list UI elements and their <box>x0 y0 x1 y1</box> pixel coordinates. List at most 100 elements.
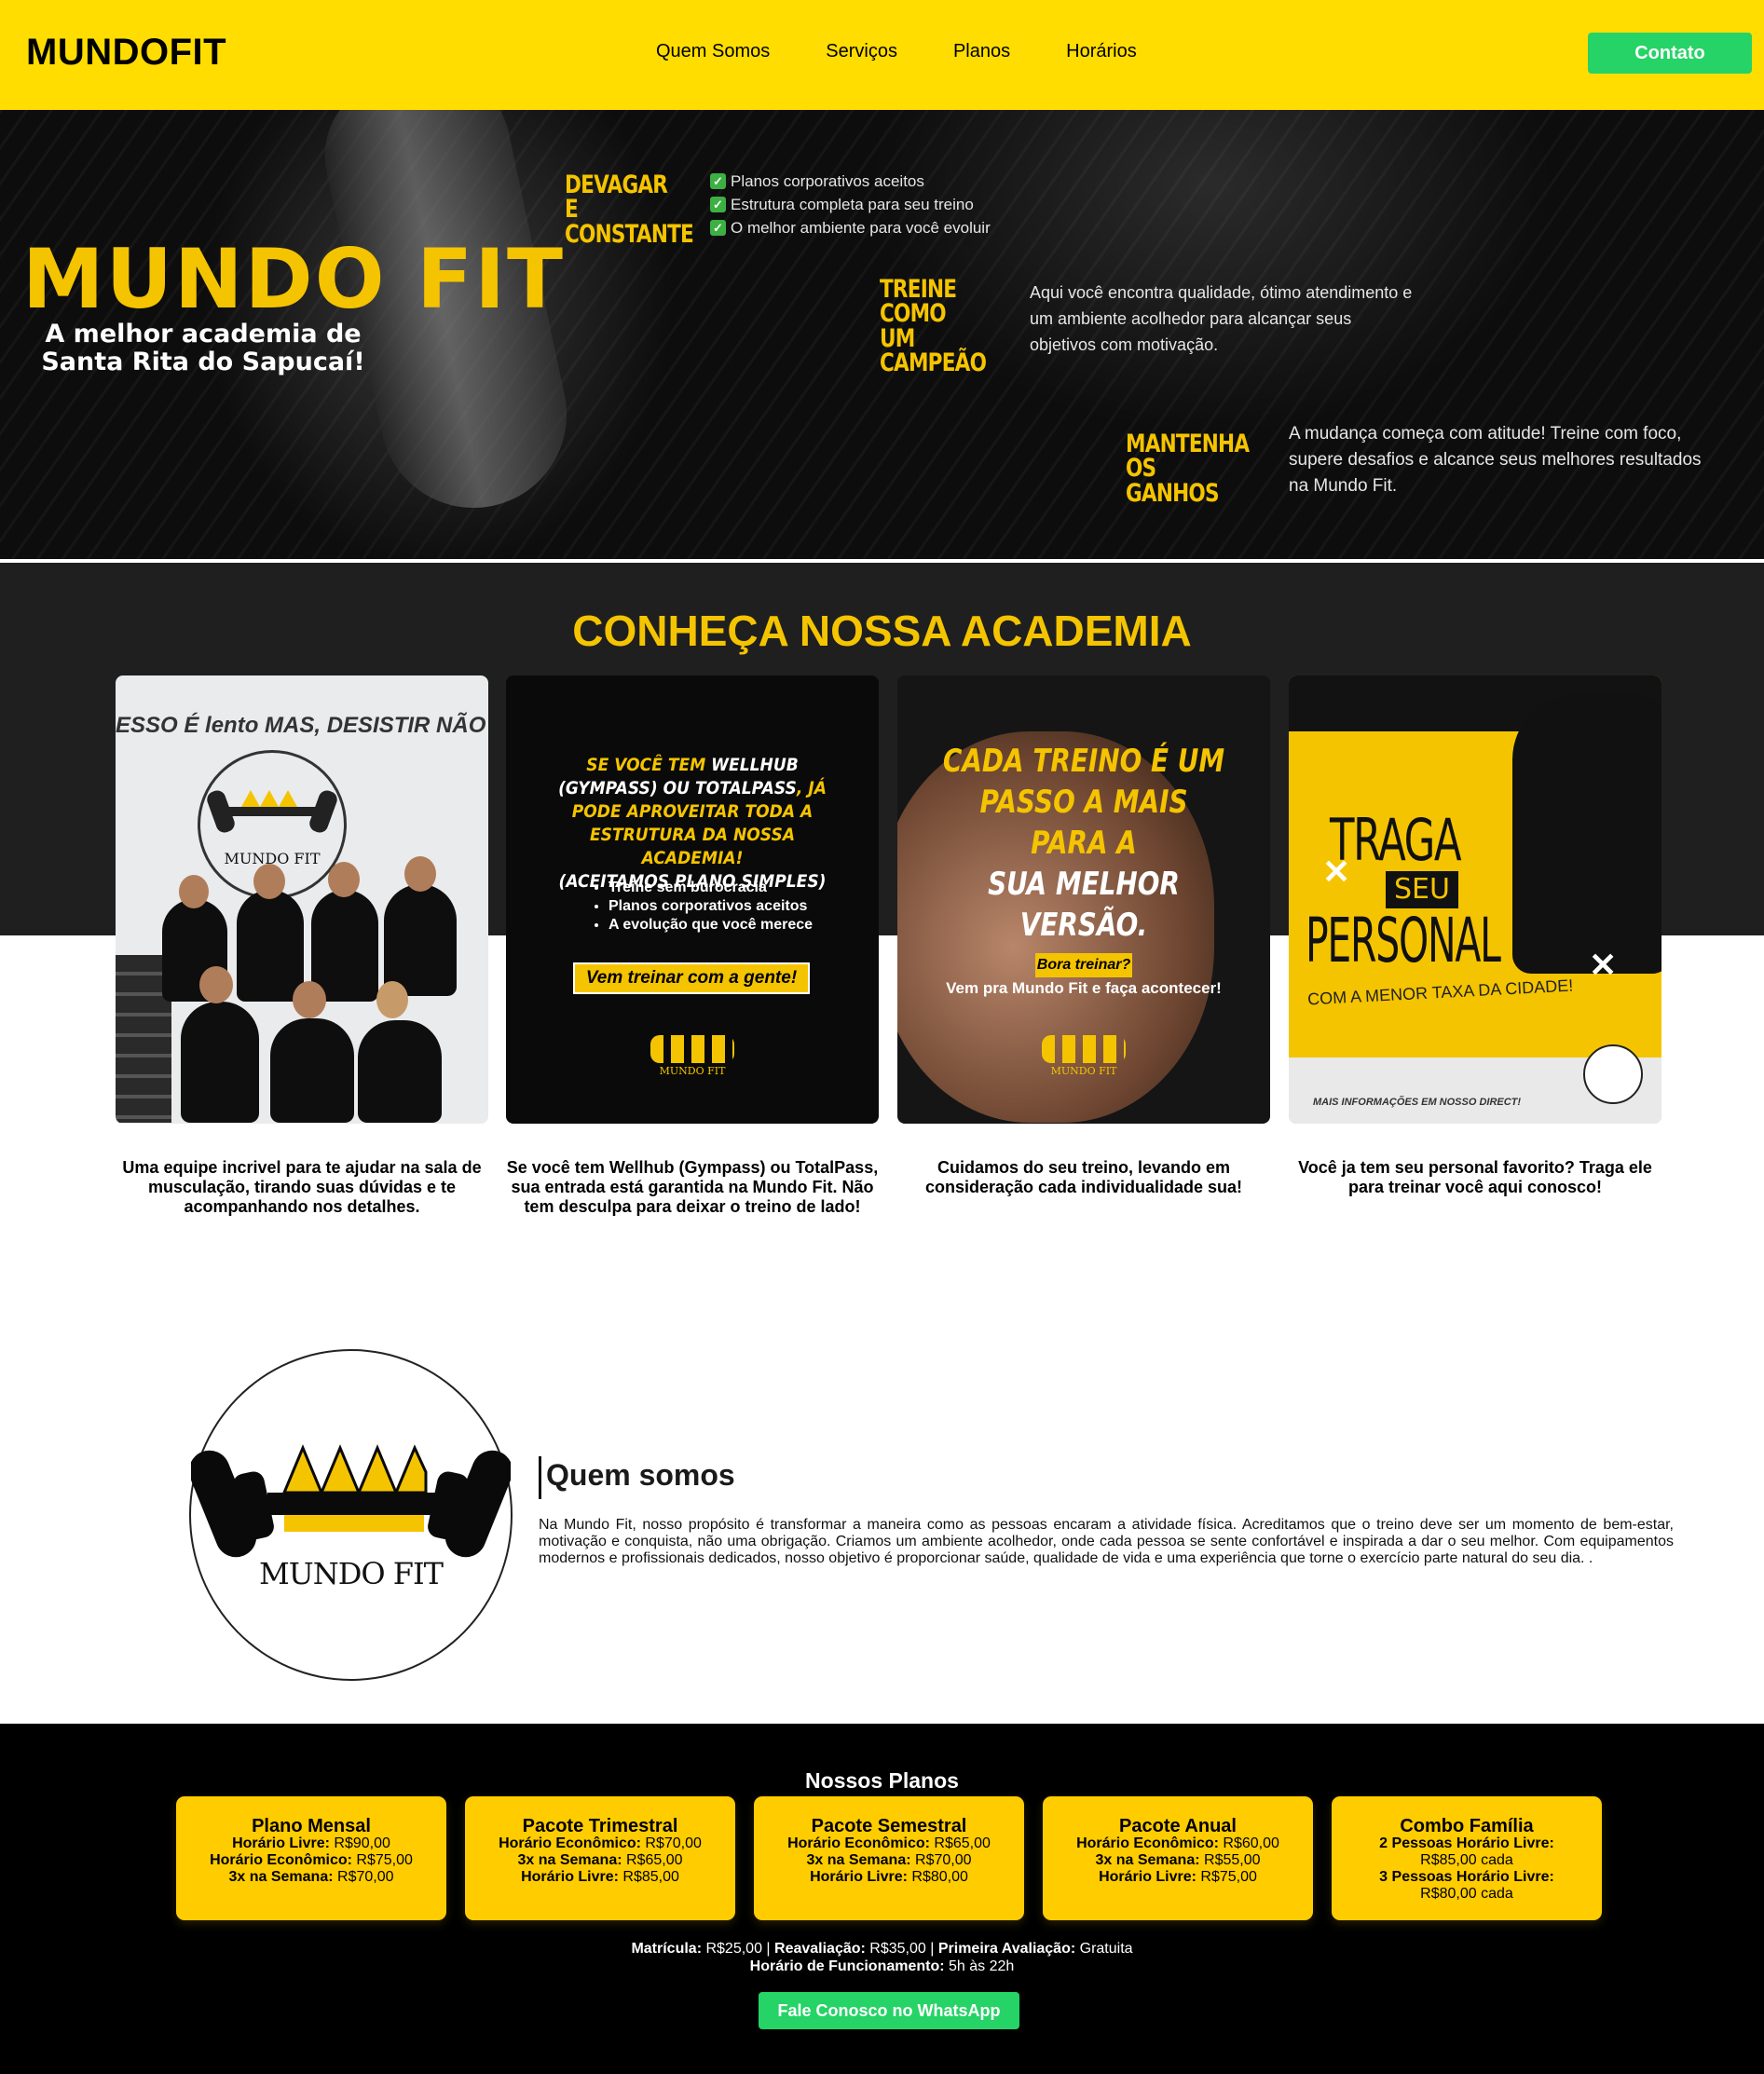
hero-checklist: ✓ Planos corporativos aceitos ✓ Estrutura … <box>710 170 991 239</box>
mundo-fit-logo-icon: MUNDO FIT <box>1032 1030 1135 1085</box>
x-mark-icon: ✕ <box>1322 853 1351 891</box>
whatsapp-button[interactable]: Fale Conosco no WhatsApp <box>759 1992 1019 2029</box>
mundo-fit-logo-icon: MUNDO FIT <box>641 1030 744 1085</box>
contact-button[interactable]: Contato <box>1588 33 1752 74</box>
checklist-item: ✓ Planos corporativos aceitos <box>710 170 991 193</box>
wellhub-bullet: Planos corporativos aceitos <box>609 897 813 916</box>
team-member <box>311 890 378 1002</box>
plan-name: Plano Mensal <box>252 1816 371 1836</box>
gallery-caption-personal: Você ja tem seu personal favorito? Traga… <box>1298 1158 1652 1196</box>
hero-tag-devagar: DEVAGAR E CONSTANTE <box>565 171 694 249</box>
nav-link-horarios[interactable]: Horários <box>1066 41 1137 62</box>
plan-price-line: Horário Econômico: R$75,00 <box>210 1852 413 1868</box>
team-member <box>384 884 457 996</box>
plan-name: Pacote Semestral <box>811 1816 967 1836</box>
logo-bars <box>650 1035 734 1063</box>
team-member-head <box>199 966 233 1003</box>
checklist-text: Estrutura completa para seu treino <box>731 196 974 213</box>
x-mark-icon: ✕ <box>1589 946 1618 984</box>
plan-price-line: 3x na Semana: R$55,00 <box>1095 1852 1261 1868</box>
plan-card-trimestral[interactable]: Pacote Trimestral Horário Econômico: R$7… <box>465 1796 735 1920</box>
check-icon: ✓ <box>710 173 726 189</box>
team-member-head <box>179 875 209 908</box>
plan-price-line: 3x na Semana: R$70,00 <box>806 1852 972 1868</box>
bora-treinar-badge: Bora treinar? <box>1035 953 1132 977</box>
plan-price-line: 3 Pessoas Horário Livre: <box>1379 1869 1554 1885</box>
plan-card-mensal[interactable]: Plano Mensal Horário Livre: R$90,00 Horá… <box>176 1796 446 1920</box>
wellhub-headline: SE VOCÊ TEM WELLHUB (GYMPASS) OU TOTALPA… <box>541 754 843 894</box>
plan-price-line: 2 Pessoas Horário Livre: <box>1379 1835 1554 1851</box>
nav-link-planos[interactable]: Planos <box>953 41 1010 62</box>
about-logo-text: MUNDO FIT <box>259 1556 444 1591</box>
treino-subtext: Vem pra Mundo Fit e faça acontecer! <box>946 979 1222 997</box>
personal-info-text: MAIS INFORMAÇÕES EM NOSSO DIRECT! <box>1313 1097 1522 1108</box>
gallery-caption-wellhub: Se você tem Wellhub (Gympass) ou TotalPa… <box>506 1158 879 1216</box>
team-member-head <box>253 864 285 899</box>
team-member-head <box>293 981 326 1018</box>
wall-banner-text: ESSO É lento MAS, DESISTIR NÃO acelera <box>116 713 488 738</box>
plan-price-line: Horário Livre: R$75,00 <box>1099 1869 1257 1885</box>
team-photo <box>144 856 470 1123</box>
gallery-card-wellhub[interactable]: SE VOCÊ TEM WELLHUB (GYMPASS) OU TOTALPA… <box>506 675 879 1124</box>
main-nav: Quem Somos Serviços Planos Horários <box>656 41 1193 62</box>
hero-tag-treine: TREINE COMO UM CAMPEÃO <box>880 275 987 378</box>
plan-card-semestral[interactable]: Pacote Semestral Horário Econômico: R$65… <box>754 1796 1024 1920</box>
plan-name: Pacote Trimestral <box>522 1816 678 1836</box>
gallery-card-personal[interactable]: TRAGA SEU PERSONAL COM A MENOR TAXA DA C… <box>1289 675 1661 1124</box>
site-logo[interactable]: MUNDOFIT <box>26 32 226 74</box>
logo-text: MUNDO FIT <box>1050 1065 1117 1077</box>
plan-price-line: 3x na Semana: R$70,00 <box>228 1869 394 1885</box>
logo-bars <box>1042 1035 1126 1063</box>
treino-headline: CADA TREINO É UM PASSO A MAIS PARA A SUA … <box>938 741 1229 946</box>
wellhub-headline-a: SE VOCÊ TEM <box>586 755 712 775</box>
about-title-accent <box>539 1456 541 1499</box>
gallery-caption-treino: Cuidamos do seu treino, levando em consi… <box>924 1158 1243 1196</box>
plan-price-line: Horário Livre: R$90,00 <box>232 1835 390 1851</box>
plan-card-familia[interactable]: Combo Família 2 Pessoas Horário Livre: R… <box>1332 1796 1602 1920</box>
gallery-title: CONHEÇA NOSSA ACADEMIA <box>572 607 1192 655</box>
team-member <box>270 1018 354 1123</box>
personal-menor-taxa-text: COM A MENOR TAXA DA CIDADE! <box>1306 976 1574 1009</box>
wellhub-bullet: Treine sem burocracia <box>609 879 813 897</box>
team-member-head <box>376 981 408 1018</box>
checklist-text: Planos corporativos aceitos <box>731 172 924 190</box>
plan-price-line: Horário Livre: R$85,00 <box>521 1869 679 1885</box>
plans-title: Nossos Planos <box>805 1768 959 1793</box>
gallery-caption-team: Uma equipe incrivel para te ajudar na sa… <box>122 1158 482 1216</box>
wellhub-bullet: A evolução que você merece <box>609 916 813 935</box>
nav-link-quem-somos[interactable]: Quem Somos <box>656 41 770 62</box>
wellhub-cta-badge: Vem treinar com a gente! <box>573 962 810 994</box>
dumbbell-logo-icon <box>207 790 337 833</box>
check-icon: ✓ <box>710 220 726 236</box>
hero-title: MUNDO FIT <box>22 231 566 327</box>
plan-card-anual[interactable]: Pacote Anual Horário Econômico: R$60,00 … <box>1043 1796 1313 1920</box>
personal-seu-text: SEU <box>1386 871 1458 908</box>
plan-name: Pacote Anual <box>1119 1816 1237 1836</box>
team-member-head <box>404 856 436 892</box>
plans-fees-info: Matrícula: R$25,00 | Reavaliação: R$35,0… <box>0 1940 1764 1975</box>
plan-price-line: Horário Econômico: R$60,00 <box>1076 1835 1279 1851</box>
hero-tag-mantenha: MANTENHA OS GANHOS <box>1126 430 1250 508</box>
checklist-item: ✓ O melhor ambiente para você evoluir <box>710 216 991 239</box>
personal-trainer-photo <box>1512 694 1661 974</box>
about-text: Na Mundo Fit, nosso propósito é transfor… <box>539 1517 1674 1566</box>
plan-price-line: R$85,00 cada <box>1420 1852 1513 1868</box>
logo-text: MUNDO FIT <box>659 1065 726 1077</box>
team-member <box>181 1002 259 1123</box>
team-member <box>237 890 304 1002</box>
hero-banner: MUNDO FIT A melhor academia de Santa Rit… <box>0 110 1764 559</box>
personal-personal-text: PERSONAL <box>1306 905 1501 976</box>
hero-subtitle: A melhor academia de Santa Rita do Sapuc… <box>41 320 365 376</box>
about-title: Quem somos <box>546 1458 735 1492</box>
plan-price-line: Horário Livre: R$80,00 <box>810 1869 968 1885</box>
check-icon: ✓ <box>710 197 726 212</box>
gallery-card-treino[interactable]: CADA TREINO É UM PASSO A MAIS PARA A SUA … <box>897 675 1270 1124</box>
site-header: MUNDOFIT Quem Somos Serviços Planos Horá… <box>0 0 1764 110</box>
nav-link-servicos[interactable]: Serviços <box>826 41 897 62</box>
hero-paragraph-quality: Aqui você encontra qualidade, ótimo aten… <box>1030 283 1413 354</box>
hours-line: Horário de Funcionamento: 5h às 22h <box>749 1958 1015 1974</box>
plan-price-line: 3x na Semana: R$65,00 <box>517 1852 683 1868</box>
team-member <box>358 1020 442 1123</box>
gallery-card-team[interactable]: ESSO É lento MAS, DESISTIR NÃO acelera M… <box>116 675 488 1124</box>
wellhub-bullets: Treine sem burocracia Planos corporativo… <box>592 879 813 935</box>
